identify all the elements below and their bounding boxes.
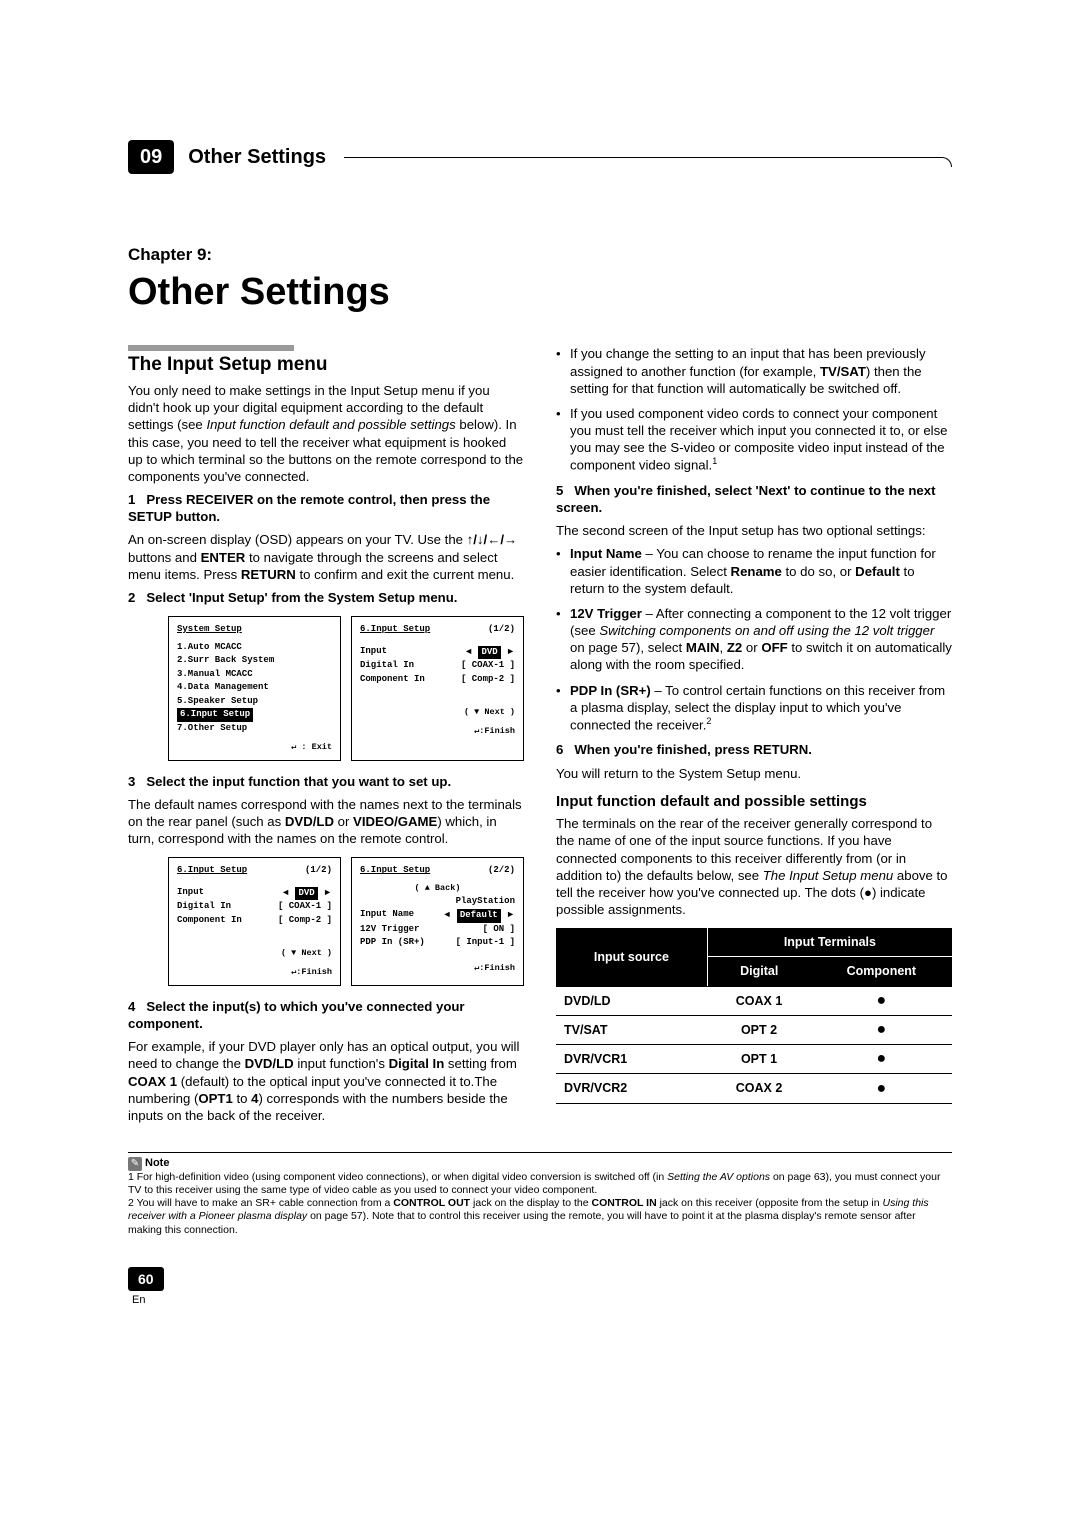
page-number-badge: 60 xyxy=(128,1267,164,1291)
step-5: 5 When you're finished, select 'Next' to… xyxy=(556,482,952,516)
note-label: Note xyxy=(145,1157,169,1169)
chapter-number-badge: 09 xyxy=(128,140,174,174)
table-row: DVR/VCR2COAX 2● xyxy=(556,1074,952,1103)
section-bar xyxy=(128,345,294,351)
step-3: 3 Select the input function that you wan… xyxy=(128,773,524,790)
bullet-component: If you used component video cords to con… xyxy=(570,405,952,474)
left-column: The Input Setup menu You only need to ma… xyxy=(128,345,524,1130)
th-component: Component xyxy=(811,957,952,986)
step-4: 4 Select the input(s) to which you've co… xyxy=(128,998,524,1032)
step-1-desc: An on-screen display (OSD) appears on yo… xyxy=(128,531,524,582)
table-row: TV/SATOPT 2● xyxy=(556,1015,952,1044)
step-6: 6 When you're finished, press RETURN. xyxy=(556,741,952,758)
chapter-header: 09 Other Settings xyxy=(128,140,952,174)
page-footer: 60 En xyxy=(128,1267,952,1307)
subsection-heading: Input function default and possible sett… xyxy=(556,792,952,812)
bullet-reassign: If you change the setting to an input th… xyxy=(570,345,952,396)
chapter-header-title: Other Settings xyxy=(188,144,326,170)
step-6-desc: You will return to the System Setup menu… xyxy=(556,765,952,782)
bullet-12v-trigger: 12V Trigger – After connecting a compone… xyxy=(570,605,952,674)
bullet-pdp-in: PDP In (SR+) – To control certain functi… xyxy=(570,682,952,734)
chapter-title: Other Settings xyxy=(128,268,952,317)
step-4-desc: For example, if your DVD player only has… xyxy=(128,1038,524,1124)
osd-input-setup-2: 6.Input Setup(2/2) ( ▲ Back) PlayStation… xyxy=(351,857,524,986)
step-3-desc: The default names correspond with the na… xyxy=(128,796,524,847)
arrow-icons: ↑/↓/←/→ xyxy=(467,532,518,547)
header-rule xyxy=(344,157,952,167)
subsection-desc: The terminals on the rear of the receive… xyxy=(556,815,952,918)
th-input-terminals: Input Terminals xyxy=(707,928,952,957)
th-digital: Digital xyxy=(707,957,810,986)
language-code: En xyxy=(132,1293,952,1307)
th-input-source: Input source xyxy=(556,928,707,986)
footnote-2: 2 You will have to make an SR+ cable con… xyxy=(128,1197,952,1236)
osd-row-1: System Setup 1.Auto MCACC 2.Surr Back Sy… xyxy=(168,616,524,761)
chapter-label: Chapter 9: xyxy=(128,244,952,266)
bullet-input-name: Input Name – You can choose to rename th… xyxy=(570,545,952,596)
table-row: DVD/LDCOAX 1● xyxy=(556,986,952,1015)
osd-input-setup-1: 6.Input Setup(1/2) Input◄ DVD ► Digital … xyxy=(351,616,524,761)
footnote-section: ✎Note 1 For high-definition video (using… xyxy=(128,1152,952,1237)
table-row: DVR/VCR1OPT 1● xyxy=(556,1045,952,1074)
step-5-desc: The second screen of the Input setup has… xyxy=(556,522,952,539)
step-1: 1 Press RECEIVER on the remote control, … xyxy=(128,491,524,525)
section-heading-input-setup: The Input Setup menu xyxy=(128,353,524,378)
step-2: 2 Select 'Input Setup' from the System S… xyxy=(128,589,524,606)
input-terminals-table: Input source Input Terminals Digital Com… xyxy=(556,928,952,1104)
footnote-1: 1 For high-definition video (using compo… xyxy=(128,1171,952,1197)
osd-input-setup-1b: 6.Input Setup(1/2) Input◄ DVD ► Digital … xyxy=(168,857,341,986)
intro-paragraph: You only need to make settings in the In… xyxy=(128,382,524,485)
osd-row-2: 6.Input Setup(1/2) Input◄ DVD ► Digital … xyxy=(168,857,524,986)
right-column: If you change the setting to an input th… xyxy=(556,345,952,1130)
osd-system-setup: System Setup 1.Auto MCACC 2.Surr Back Sy… xyxy=(168,616,341,761)
note-icon: ✎ xyxy=(128,1157,142,1171)
